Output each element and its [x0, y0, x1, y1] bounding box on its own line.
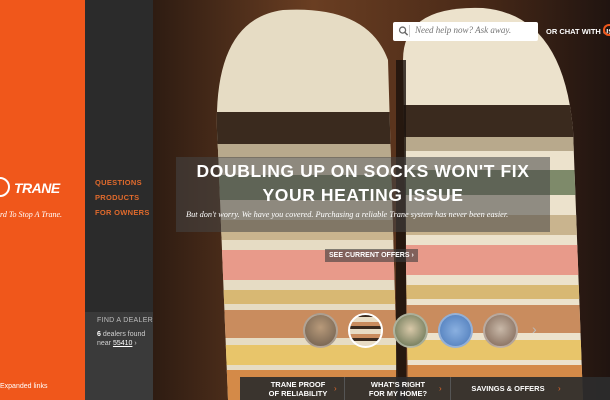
dealer-count-line: 6 dealers found [97, 331, 145, 338]
tab-trane-proof[interactable]: TRANE PROOF OF RELIABILITY [252, 377, 344, 400]
tab-trane-proof-line1: TRANE PROOF [270, 380, 326, 389]
help-search-box[interactable] [393, 22, 538, 41]
trane-logo[interactable]: TRANE [14, 180, 60, 196]
tab-divider [344, 377, 345, 400]
slide-thumbnail-5[interactable] [483, 313, 518, 348]
trane-logo-icon [0, 177, 10, 197]
find-dealer-panel[interactable]: FIND A DEALER 6 dealers found near 55410… [85, 312, 153, 400]
dealer-near-label: near [97, 340, 112, 347]
chevron-right-icon: › [558, 384, 561, 393]
brand-panel: TRANE rd To Stop A Trane. Expanded links [0, 0, 85, 400]
nav-column: QUESTIONS PRODUCTS FOR OWNERS FIND A DEA… [85, 0, 153, 400]
brand-tagline: rd To Stop A Trane. [0, 210, 63, 219]
slide-thumbnail-2[interactable] [348, 313, 383, 348]
chat-icon[interactable] [603, 24, 610, 36]
slide-thumbnail-4[interactable] [438, 313, 473, 348]
dealer-near-line: near 55410 › [97, 340, 137, 347]
dealer-zip-link[interactable]: 55410 [113, 340, 132, 347]
chevron-right-icon: › [334, 384, 337, 393]
see-offers-button[interactable]: SEE CURRENT OFFERS › [325, 249, 418, 262]
tab-trane-proof-line2: OF RELIABILITY [268, 389, 328, 398]
headline-line-1: DOUBLING UP ON SOCKS WON'T FIX [196, 161, 530, 181]
nav-item-for-owners[interactable]: FOR OWNERS [95, 205, 150, 220]
expanded-links-link[interactable]: Expanded links [0, 383, 47, 390]
tab-whats-right[interactable]: WHAT'S RIGHT FOR MY HOME? [358, 377, 438, 400]
slide-thumbnail-1[interactable] [303, 313, 338, 348]
chevron-right-icon: › [439, 384, 442, 393]
tab-whats-right-line2: FOR MY HOME? [368, 389, 428, 398]
main-nav: QUESTIONS PRODUCTS FOR OWNERS [95, 175, 150, 220]
tab-savings-offers-line1: SAVINGS & OFFERS [471, 384, 545, 393]
bottom-tab-bar: TRANE PROOF OF RELIABILITY › WHAT'S RIGH… [240, 377, 610, 400]
chevron-right-icon[interactable]: › [532, 321, 537, 337]
dealer-found-text: dealers found [102, 331, 146, 338]
nav-item-questions[interactable]: QUESTIONS [95, 175, 150, 190]
tab-savings-offers[interactable]: SAVINGS & OFFERS [462, 377, 554, 400]
chat-link[interactable]: OR CHAT WITH US [546, 27, 610, 36]
search-input[interactable] [415, 25, 533, 35]
find-dealer-title: FIND A DEALER [97, 317, 154, 324]
headline-line-2: YOUR HEATING ISSUE [262, 185, 464, 205]
slide-thumbnail-3[interactable] [393, 313, 428, 348]
search-icon[interactable] [398, 25, 410, 37]
nav-item-products[interactable]: PRODUCTS [95, 190, 150, 205]
tab-divider [450, 377, 451, 400]
chevron-right-icon: › [134, 340, 137, 347]
hero-subtext: But don't worry. We have you covered. Pu… [186, 210, 509, 219]
dealer-count: 6 [97, 331, 101, 338]
tab-whats-right-line1: WHAT'S RIGHT [370, 380, 426, 389]
